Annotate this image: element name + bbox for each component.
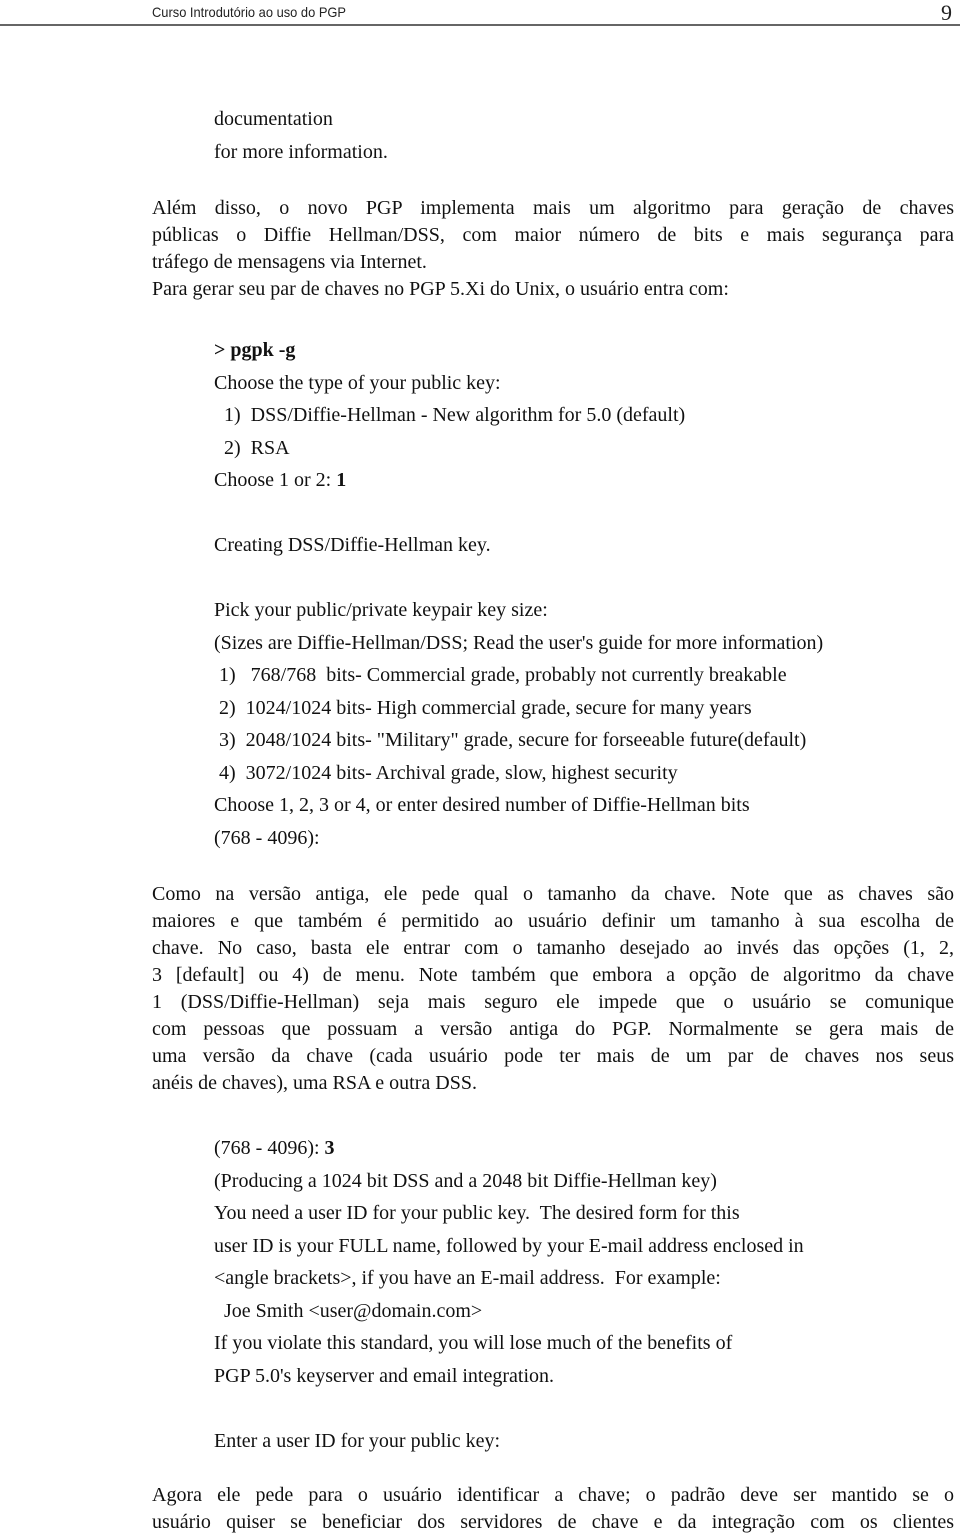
terminal-choose-line: Choose 1 or 2: 1 <box>214 464 954 497</box>
terminal-line: Choose the type of your public key: <box>214 371 501 394</box>
terminal-line: documentation <box>214 108 333 130</box>
terminal-user-id: (768 - 4096): 3 (Producing a 1024 bit DS… <box>214 1132 954 1457</box>
paragraph-line: anéis de chaves), uma RSA e outra DSS. <box>152 1072 477 1094</box>
paragraph-line: 1 (DSS/Diffie-Hellman) seja mais seguro … <box>152 991 954 1013</box>
paragraph-line: Agora ele pede para o usuário identifica… <box>152 1484 954 1506</box>
body-paragraph-3: Agora ele pede para o usuário identifica… <box>152 1482 954 1536</box>
terminal-prompt: Choose 1 or 2: <box>214 469 337 491</box>
terminal-line: for more information. <box>214 140 388 163</box>
terminal-range-line: (768 - 4096): 3 <box>214 1132 954 1165</box>
terminal-line: Joe Smith <user@domain.com> <box>214 1299 483 1322</box>
paragraph-line: Além disso, o novo PGP implementa mais u… <box>152 197 954 219</box>
terminal-line: (768 - 4096): <box>214 826 320 849</box>
body-paragraph-2: Como na versão antiga, ele pede qual o t… <box>152 881 954 1097</box>
terminal-output-continuation: documentation for more information. <box>214 103 954 168</box>
paragraph-line: com pessoas que possuam a versão antiga … <box>152 1018 954 1040</box>
terminal-line: Choose 1, 2, 3 or 4, or enter desired nu… <box>214 794 750 816</box>
body-paragraph-1: Além disso, o novo PGP implementa mais u… <box>152 195 954 303</box>
paragraph-line: tráfego de mensagens via Internet. <box>152 251 427 273</box>
paragraph-line: maiores e que também é permitido ao usuá… <box>152 910 954 932</box>
terminal-line: <angle brackets>, if you have an E-mail … <box>214 1267 721 1289</box>
terminal-key-size: Pick your public/private keypair key siz… <box>214 594 954 854</box>
terminal-option: 4) 3072/1024 bits- Archival grade, slow,… <box>214 761 678 784</box>
paragraph-line: Como na versão antiga, ele pede qual o t… <box>152 883 954 905</box>
terminal-line: (Producing a 1024 bit DSS and a 2048 bit… <box>214 1169 717 1192</box>
page-number: 9 <box>941 0 952 25</box>
terminal-key-type: > pgpk -g Choose the type of your public… <box>214 334 954 562</box>
terminal-line: PGP 5.0's keyserver and email integratio… <box>214 1364 555 1387</box>
header-divider <box>0 24 960 26</box>
terminal-command: > pgpk -g <box>214 339 296 361</box>
terminal-line: Enter a user ID for your public key: <box>214 1429 501 1452</box>
terminal-option: 2) RSA <box>214 436 290 459</box>
terminal-input-value: 1 <box>336 469 347 491</box>
paragraph-line: 3 [default] ou 4) de menu. Note também q… <box>152 964 954 986</box>
terminal-prompt: (768 - 4096): <box>214 1137 325 1159</box>
paragraph-line: Para gerar seu par de chaves no PGP 5.Xi… <box>152 278 729 300</box>
terminal-option: 2) 1024/1024 bits- High commercial grade… <box>214 696 752 719</box>
paragraph-line: usuário quiser se beneficiar dos servido… <box>152 1511 954 1533</box>
terminal-line: You need a user ID for your public key. … <box>214 1202 740 1224</box>
paragraph-line: chave. No caso, basta ele entrar com o t… <box>152 937 954 959</box>
paragraph-line: públicas o Diffie Hellman/DSS, com maior… <box>152 224 954 246</box>
terminal-line: If you violate this standard, you will l… <box>214 1332 733 1354</box>
terminal-input-value: 3 <box>324 1137 335 1159</box>
terminal-option: 1) 768/768 bits- Commercial grade, proba… <box>214 664 787 686</box>
terminal-line: user ID is your FULL name, followed by y… <box>214 1234 804 1257</box>
terminal-line: (Sizes are Diffie-Hellman/DSS; Read the … <box>214 631 824 654</box>
terminal-line: Creating DSS/Diffie-Hellman key. <box>214 534 491 556</box>
header-title: Curso Introdutório ao uso do PGP <box>152 4 347 20</box>
terminal-option: 1) DSS/Diffie-Hellman - New algorithm fo… <box>214 404 686 426</box>
page-header: Curso Introdutório ao uso do PGP 9 <box>0 0 960 28</box>
terminal-line: Pick your public/private keypair key siz… <box>214 599 548 621</box>
terminal-option: 3) 2048/1024 bits- "Military" grade, sec… <box>214 729 807 751</box>
paragraph-line: uma versão da chave (cada usuário pode t… <box>152 1045 954 1067</box>
